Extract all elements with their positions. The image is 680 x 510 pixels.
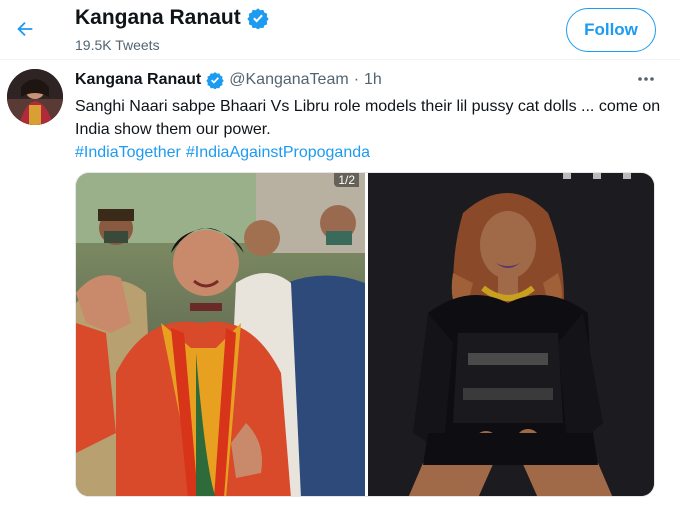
tweet-header: Kangana Ranaut @KanganaTeam · 1h <box>75 71 382 89</box>
profile-name-row: Kangana Ranaut <box>75 6 269 30</box>
tweet-text: Sanghi Naari sabpe Bhaari Vs Libru role … <box>75 98 661 138</box>
verified-badge-icon <box>206 72 224 89</box>
media-counter: 1/2 <box>334 173 359 187</box>
back-arrow-icon <box>17 21 33 37</box>
follow-button[interactable]: Follow <box>566 8 656 52</box>
separator-dot: · <box>353 71 360 88</box>
tweet-timestamp[interactable]: 1h <box>364 71 382 89</box>
tweet-count: 19.5K Tweets <box>75 37 160 53</box>
avatar[interactable] <box>7 69 63 125</box>
tweet[interactable]: Kangana Ranaut @KanganaTeam · 1h Sanghi … <box>0 61 680 510</box>
more-dots-icon <box>638 77 654 81</box>
profile-header: Kangana Ranaut 19.5K Tweets Follow <box>0 0 680 60</box>
tweet-author-name[interactable]: Kangana Ranaut <box>75 71 201 89</box>
more-button[interactable] <box>634 67 658 91</box>
media-photo-left[interactable]: 1/2 <box>76 173 365 496</box>
media-overlay-icons <box>563 173 631 179</box>
back-button[interactable] <box>10 14 40 44</box>
hashtag-link[interactable]: #IndiaAgainstPropoganda <box>186 141 370 164</box>
verified-badge-icon <box>247 8 269 29</box>
profile-name: Kangana Ranaut <box>75 6 241 29</box>
hashtag-row: #IndiaTogether #IndiaAgainstPropoganda <box>75 141 370 164</box>
media-photo-right[interactable] <box>368 173 654 496</box>
hashtag-link[interactable]: #IndiaTogether <box>75 141 181 164</box>
tweet-media[interactable]: 1/2 <box>75 172 655 497</box>
tweet-author-handle[interactable]: @KanganaTeam <box>229 71 348 89</box>
